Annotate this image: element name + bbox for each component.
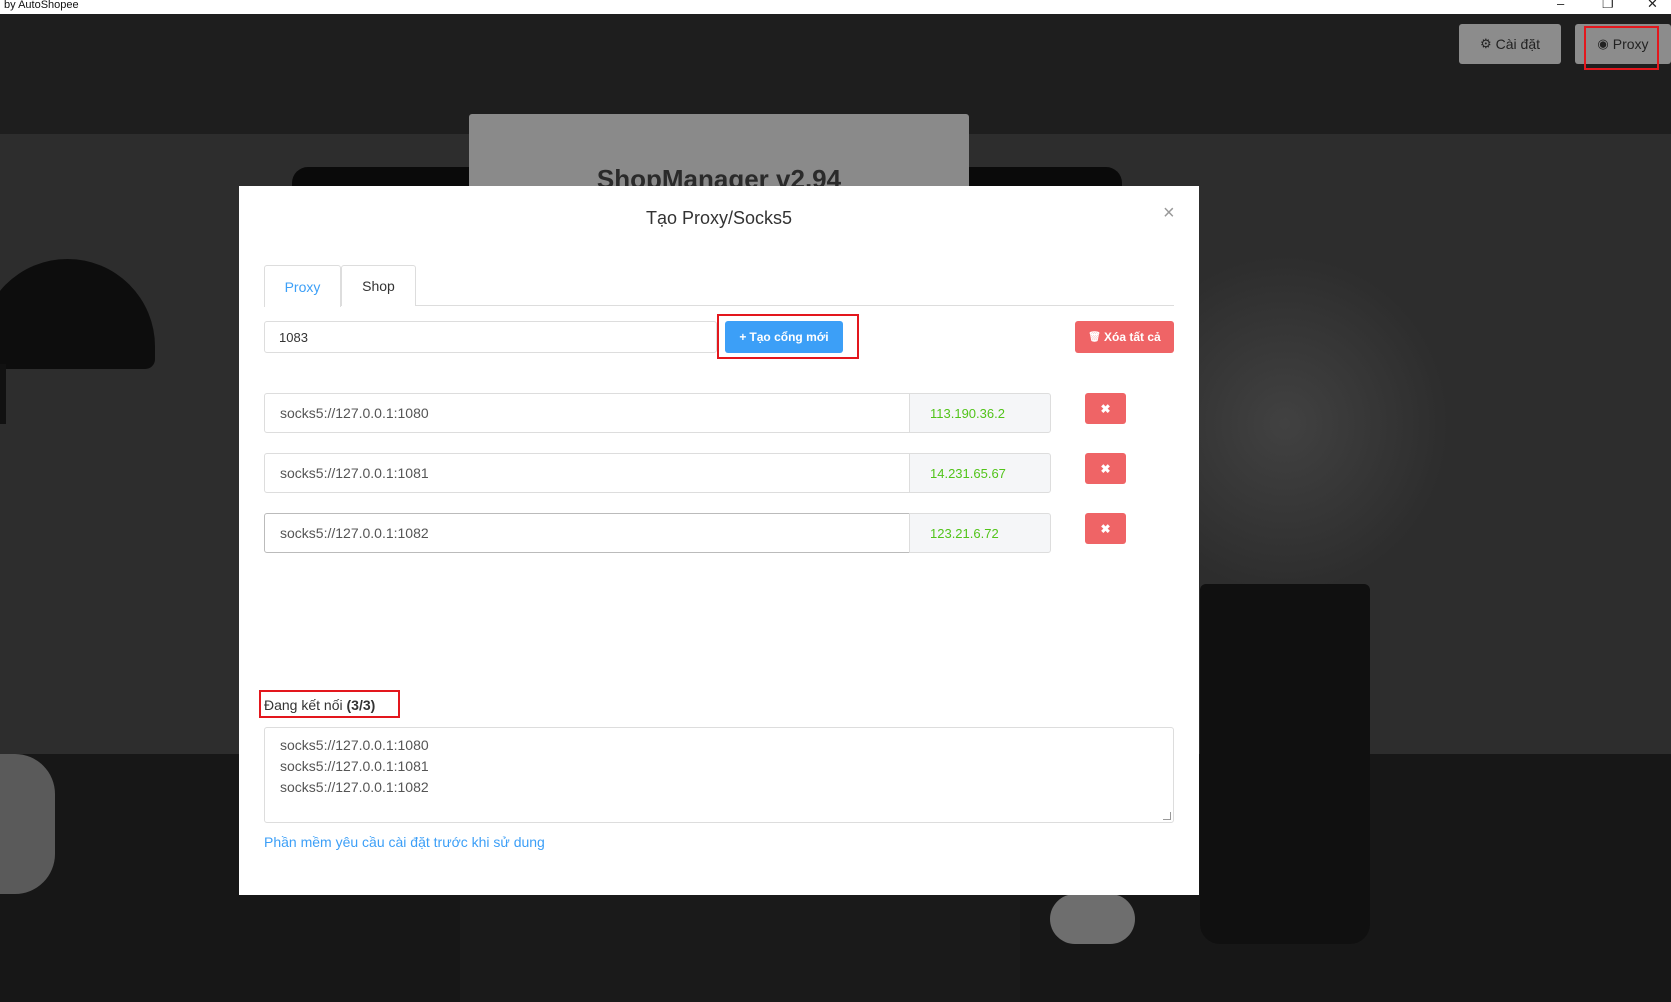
proxy-button-label: Proxy <box>1612 36 1649 52</box>
clear-all-button[interactable]: 🗑 Xóa tất cả <box>1075 321 1174 353</box>
window-title: by AutoShopee <box>4 0 79 11</box>
proxy-ip-addon: 14.231.65.67 <box>909 453 1051 493</box>
background-pot <box>1200 584 1370 944</box>
settings-button-label: Cài đặt <box>1495 36 1540 52</box>
proxy-modal: Tạo Proxy/Socks5 × Proxy Shop 1083 + Tạo… <box>239 186 1199 895</box>
login-card: ShopManager v2.94 <box>469 114 969 194</box>
background-vase <box>0 754 55 894</box>
connected-proxies-textarea[interactable]: socks5://127.0.0.1:1080 socks5://127.0.0… <box>264 727 1174 823</box>
delete-proxy-button[interactable]: ✖ <box>1085 453 1126 484</box>
tab-proxy[interactable]: Proxy <box>264 265 341 307</box>
proxy-button[interactable]: ◉ Proxy <box>1575 24 1671 64</box>
resize-handle-icon[interactable] <box>1163 812 1171 820</box>
globe-icon: ◉ <box>1597 36 1609 51</box>
delete-icon: ✖ <box>1100 521 1111 536</box>
background-mouse <box>1050 894 1135 944</box>
create-port-label: Tạo cổng mới <box>749 330 829 344</box>
proxy-row: socks5://127.0.0.1:1080 113.190.36.2 <box>264 393 1051 433</box>
close-icon[interactable]: × <box>1163 202 1175 225</box>
modal-tabs: Proxy Shop <box>264 265 1174 307</box>
background-lamp-pole <box>0 364 6 424</box>
proxy-address-field[interactable]: socks5://127.0.0.1:1082 <box>264 513 910 553</box>
delete-proxy-button[interactable]: ✖ <box>1085 513 1126 544</box>
proxy-row: socks5://127.0.0.1:1082 123.21.6.72 <box>264 513 1051 553</box>
create-port-button[interactable]: + Tạo cổng mới <box>725 321 843 353</box>
proxy-ip-addon: 123.21.6.72 <box>909 513 1051 553</box>
close-window-icon[interactable]: ✕ <box>1647 0 1658 10</box>
clear-all-label: Xóa tất cả <box>1104 330 1161 344</box>
delete-icon: ✖ <box>1100 461 1111 476</box>
port-input[interactable]: 1083 <box>264 321 717 353</box>
plus-icon: + <box>739 330 747 344</box>
modal-title: Tạo Proxy/Socks5 <box>645 208 793 228</box>
connected-proxy-line: socks5://127.0.0.1:1081 <box>280 758 429 774</box>
proxy-address-field[interactable]: socks5://127.0.0.1:1080 <box>264 393 910 433</box>
trash-icon: 🗑 <box>1088 331 1101 343</box>
connection-status-label: Đang kết nối (3/3) <box>264 697 375 713</box>
window-titlebar: by AutoShopee – ❐ ✕ <box>0 0 1671 14</box>
connection-status-text: Đang kết nối <box>264 697 343 713</box>
settings-button[interactable]: ⚙ Cài đặt <box>1459 24 1561 64</box>
tab-shop[interactable]: Shop <box>341 265 416 306</box>
minimize-icon[interactable]: – <box>1557 0 1564 10</box>
proxy-ip-addon: 113.190.36.2 <box>909 393 1051 433</box>
restore-icon[interactable]: ❐ <box>1602 0 1614 10</box>
install-requirement-link[interactable]: Phần mềm yêu cầu cài đặt trước khi sử du… <box>264 834 545 850</box>
connected-proxy-line: socks5://127.0.0.1:1080 <box>280 737 429 753</box>
proxy-row: socks5://127.0.0.1:1081 14.231.65.67 <box>264 453 1051 493</box>
proxy-address-field[interactable]: socks5://127.0.0.1:1081 <box>264 453 910 493</box>
background-monitor-stand <box>460 894 1020 1002</box>
connection-count: (3/3) <box>346 697 376 713</box>
delete-proxy-button[interactable]: ✖ <box>1085 393 1126 424</box>
gear-icon: ⚙ <box>1479 36 1492 51</box>
connected-proxy-line: socks5://127.0.0.1:1082 <box>280 779 429 795</box>
delete-icon: ✖ <box>1100 401 1111 416</box>
